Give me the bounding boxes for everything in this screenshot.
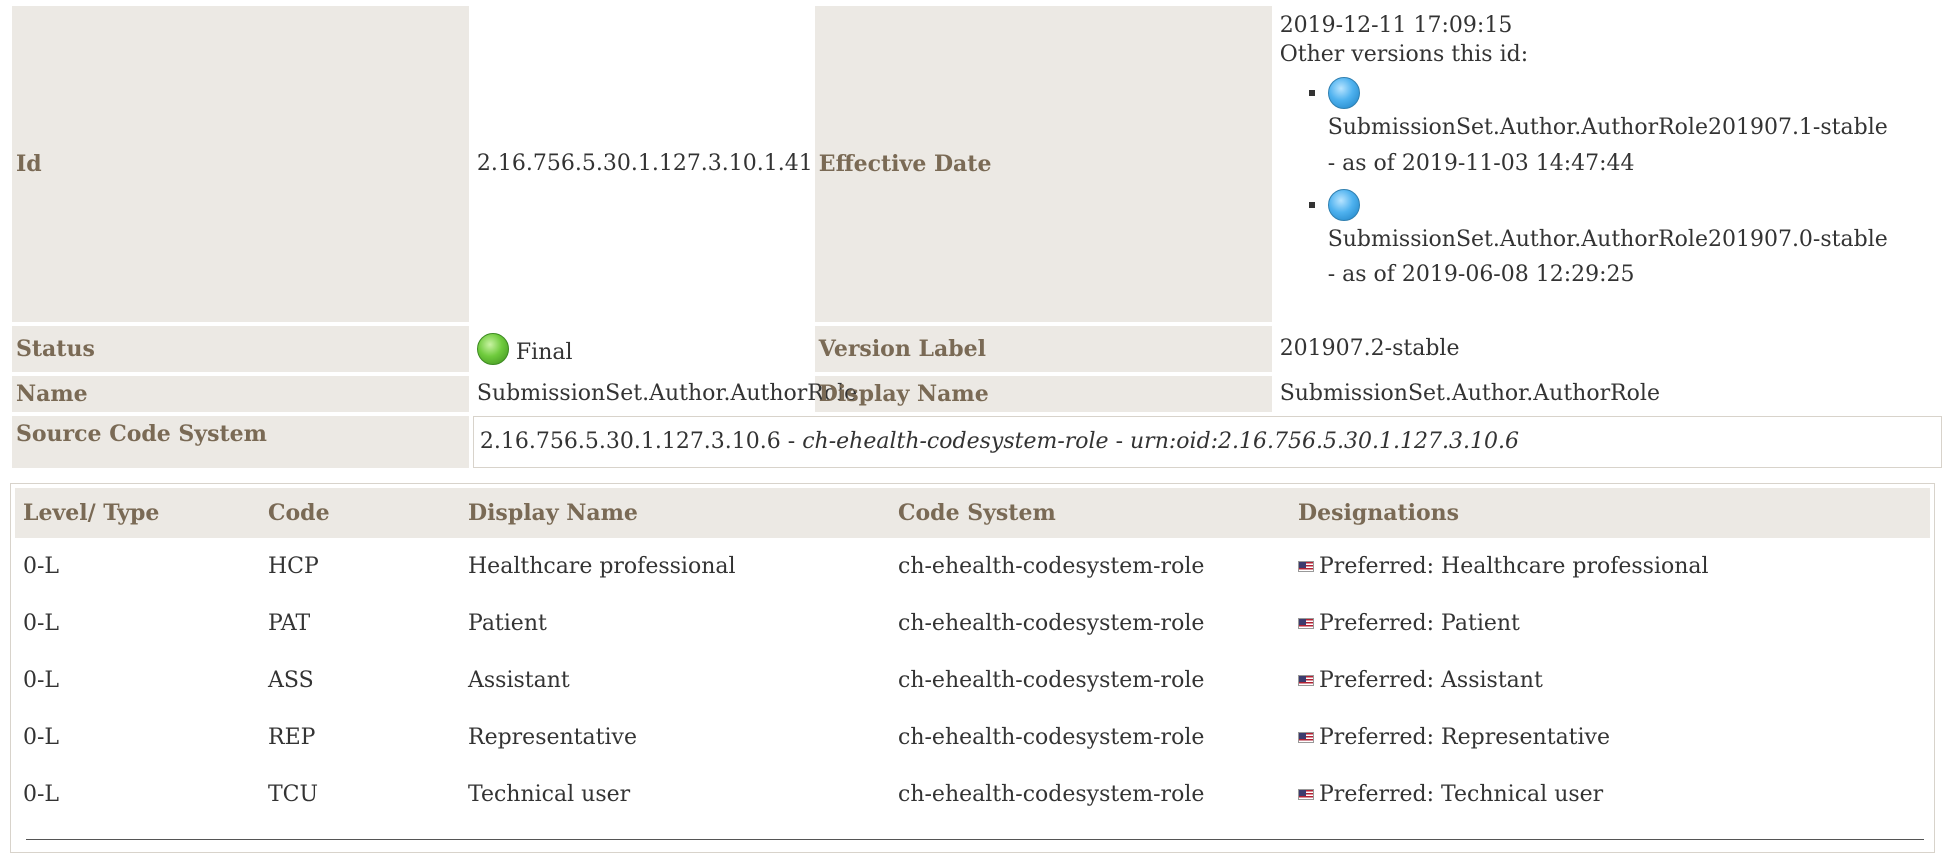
concept-display-name: Technical user [468,782,631,807]
meta-row-status: Status Final Version Label 201907.2-stab… [12,326,1942,372]
other-version-link[interactable]: SubmissionSet.Author.AuthorRole201907.0-… [1328,227,1888,252]
display-name-label: Display Name [814,376,1272,412]
concept-code: ASS [268,668,314,693]
effective-date-label: Effective Date [814,6,1272,322]
status-label: Status [12,326,469,372]
concept-designation-cell: Preferred: Healthcare professional [1290,538,1930,595]
concept-level: 0-L [23,554,60,579]
concept-level: 0-L [23,725,60,750]
source-code-system-oid: 2.16.756.5.30.1.127.3.10.6 [479,428,781,454]
concept-level: 0-L [23,782,60,807]
concept-row: 0-L HCP Healthcare professional ch-eheal… [15,538,1930,595]
concept-code-system: ch-ehealth-codesystem-role [898,611,1205,636]
concept-level: 0-L [23,668,60,693]
us-flag-icon [1298,560,1314,572]
concept-row: 0-L TCU Technical user ch-ehealth-codesy… [15,766,1930,823]
green-ball-icon [476,333,509,365]
separator: - [780,428,803,454]
status-cell: Final [473,326,811,372]
other-versions-label: Other versions this id: [1279,41,1529,67]
id-label: Id [12,6,469,322]
other-versions-list: SubmissionSet.Author.AuthorRole201907.1-… [1280,75,1938,292]
concept-code-system: ch-ehealth-codesystem-role [898,668,1205,693]
meta-row-name: Name SubmissionSet.Author.AuthorRole Dis… [12,376,1942,412]
concept-designation: Preferred: Representative [1319,725,1611,750]
concept-code: REP [268,725,316,750]
header-designations: Designations [1290,488,1930,538]
us-flag-icon [1298,788,1314,800]
header-level-type: Level/ Type [15,488,260,538]
concept-designation: Preferred: Patient [1319,611,1520,636]
other-version-link[interactable]: SubmissionSet.Author.AuthorRole201907.1-… [1328,115,1888,140]
concept-designation: Preferred: Assistant [1319,668,1543,693]
effective-date-value: 2019-12-11 17:09:15 [1279,13,1513,38]
concept-list-panel: Level/ Type Code Display Name Code Syste… [10,483,1935,853]
source-code-system-label: Source Code System [12,416,469,468]
header-display-name: Display Name [460,488,890,538]
name-label: Name [12,376,469,412]
concept-code-system: ch-ehealth-codesystem-role [898,725,1205,750]
us-flag-icon [1298,731,1314,743]
concept-display-name: Healthcare professional [468,554,736,579]
concept-designation: Preferred: Healthcare professional [1319,554,1709,579]
source-code-system-urn: urn:oid:2.16.756.5.30.1.127.3.10.6 [1130,428,1519,454]
valueset-metadata-table: Id 2.16.756.5.30.1.127.3.10.1.41 Effecti… [8,2,1942,472]
separator: - [1108,428,1131,454]
display-name-value: SubmissionSet.Author.AuthorRole [1279,380,1660,406]
header-code-system: Code System [890,488,1290,538]
blue-ball-icon [1327,188,1360,221]
other-version-date: - as of 2019-11-03 14:47:44 [1327,150,1635,176]
concept-code: PAT [268,611,311,636]
meta-row-id: Id 2.16.756.5.30.1.127.3.10.1.41 Effecti… [12,6,1942,322]
version-label-label: Version Label [814,326,1272,372]
concept-code-system: ch-ehealth-codesystem-role [898,782,1205,807]
header-code: Code [260,488,460,538]
other-version-date: - as of 2019-06-08 12:29:25 [1327,262,1635,288]
concept-code: TCU [268,782,319,807]
version-label-value: 201907.2-stable [1279,335,1460,361]
concept-code-system: ch-ehealth-codesystem-role [898,554,1205,579]
source-code-system-value: 2.16.756.5.30.1.127.3.10.6 - ch-ehealth-… [472,416,1942,468]
meta-row-source-code-system: Source Code System 2.16.756.5.30.1.127.3… [12,416,1942,468]
status-value: Final [515,340,573,365]
other-version-item: SubmissionSet.Author.AuthorRole201907.0-… [1327,187,1938,293]
other-version-item: SubmissionSet.Author.AuthorRole201907.1-… [1327,75,1938,181]
id-value: 2.16.756.5.30.1.127.3.10.1.41 [476,150,813,176]
concept-table-header: Level/ Type Code Display Name Code Syste… [15,488,1930,538]
source-code-system-name: ch-ehealth-codesystem-role [802,428,1109,454]
concept-level: 0-L [23,611,60,636]
concept-display-name: Assistant [468,668,570,693]
us-flag-icon [1298,674,1314,686]
table-footer-rule [26,839,1924,840]
concept-designation-cell: Preferred: Representative [1290,709,1930,766]
concept-designation-cell: Preferred: Assistant [1290,652,1930,709]
concept-display-name: Patient [468,611,547,636]
concept-designation-cell: Preferred: Technical user [1290,766,1930,823]
concept-row: 0-L ASS Assistant ch-ehealth-codesystem-… [15,652,1930,709]
concept-display-name: Representative [468,725,637,750]
concept-designation-cell: Preferred: Patient [1290,595,1930,652]
concept-code: HCP [268,554,319,579]
name-value: SubmissionSet.Author.AuthorRole [476,380,858,406]
blue-ball-icon [1327,77,1360,110]
concept-row: 0-L REP Representative ch-ehealth-codesy… [15,709,1930,766]
concept-table: Level/ Type Code Display Name Code Syste… [15,488,1930,823]
concept-row: 0-L PAT Patient ch-ehealth-codesystem-ro… [15,595,1930,652]
concept-designation: Preferred: Technical user [1319,782,1604,807]
us-flag-icon [1298,617,1314,629]
effective-date-cell: 2019-12-11 17:09:15 Other versions this … [1276,6,1942,322]
